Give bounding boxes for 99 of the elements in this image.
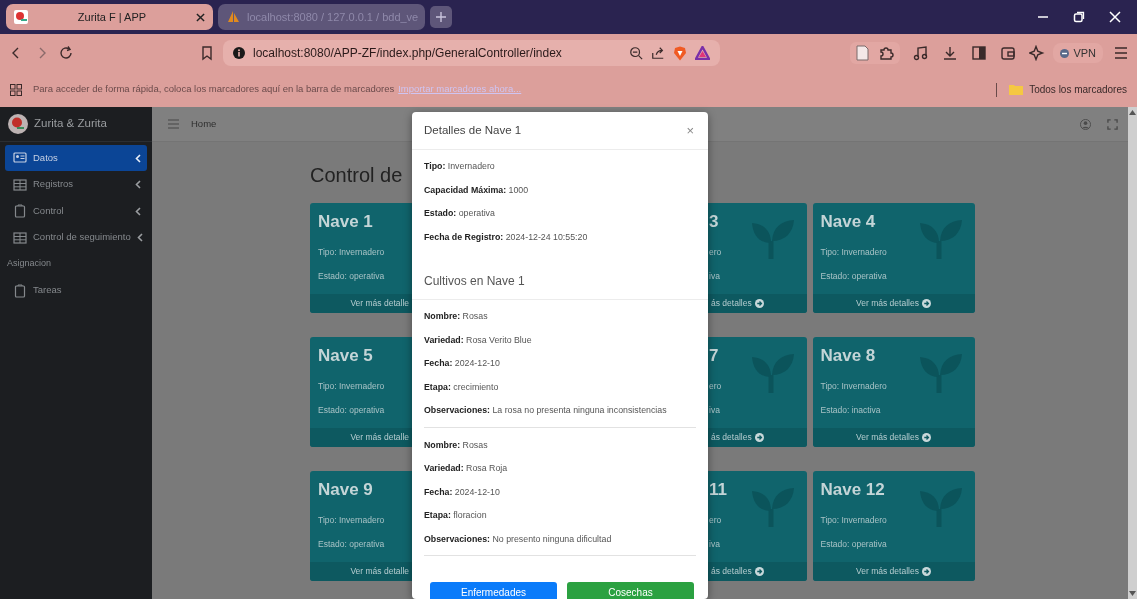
table-icon — [13, 177, 27, 192]
card-text: iva — [709, 269, 720, 283]
card-text: Estado: operativa — [318, 403, 385, 417]
sidebar-item[interactable]: Tareas — [5, 277, 147, 304]
brand-name: Zurita & Zurita — [34, 116, 107, 132]
zoom-out-icon[interactable] — [629, 46, 644, 60]
bookmarks-hint: Para acceder de forma rápida, coloca los marcadores aquí en la barra de marcadores — [33, 82, 395, 97]
music-icon[interactable] — [913, 45, 930, 61]
card-title: 3 — [709, 211, 719, 233]
card-text: Tipo: Invernadero — [820, 380, 887, 393]
all-bookmarks-link[interactable]: Todos los marcadores — [1029, 82, 1127, 97]
details-link[interactable]: Ver más detalles — [812, 294, 975, 313]
arrow-circle-icon — [921, 433, 931, 442]
crop-field: Etapa: floracion — [424, 504, 696, 528]
sparkle-icon[interactable] — [1029, 45, 1046, 61]
card-title: Nave 4 — [820, 211, 876, 233]
status-dot-icon — [1060, 48, 1070, 58]
card-text: iva — [709, 537, 720, 551]
browser-tab[interactable]: Zurita F | APP — [6, 4, 213, 30]
clipboard-icon — [13, 204, 27, 218]
sail-icon — [226, 10, 240, 24]
arrow-circle-icon — [754, 299, 764, 308]
section-title: Cultivos en Nave 1 — [412, 269, 708, 300]
card-text: ero — [709, 380, 722, 393]
crop-field: Etapa: crecimiento — [424, 375, 696, 399]
close-button[interactable]: × — [684, 124, 696, 137]
detail-field: Tipo: Invernadero — [424, 155, 696, 179]
restore-icon[interactable] — [1073, 11, 1085, 23]
sidebar-item[interactable]: Datos — [5, 145, 147, 171]
sidebar-item[interactable]: Control — [5, 198, 147, 224]
card-text: ero — [709, 514, 722, 527]
sidebar-icon[interactable] — [971, 45, 988, 61]
card-text: Tipo: Invernadero — [318, 514, 385, 527]
arrow-circle-icon — [921, 299, 931, 308]
bookmark-icon[interactable] — [199, 45, 215, 61]
crop-field: Fecha: 2024-12-10 — [424, 352, 696, 376]
logo-icon — [14, 10, 28, 24]
crop-field: Variedad: Rosa Roja — [424, 457, 696, 481]
dialog-title: Detalles de Nave 1 — [424, 122, 522, 138]
card-text: Estado: operativa — [318, 537, 385, 551]
sidebar-section-label: Asignacion — [6, 257, 53, 271]
card-text: Tipo: Invernadero — [820, 514, 887, 527]
new-tab-button[interactable] — [430, 6, 452, 28]
plus-icon — [436, 12, 446, 22]
card-title: Nave 12 — [820, 479, 885, 501]
share-icon[interactable] — [651, 46, 666, 60]
wallet-icon[interactable] — [1000, 45, 1017, 61]
triangle-icon[interactable] — [695, 46, 711, 60]
details-link[interactable]: Ver más detalles — [812, 428, 975, 447]
arrow-circle-icon — [754, 567, 764, 576]
puzzle-icon[interactable] — [878, 45, 895, 61]
download-icon[interactable] — [942, 45, 959, 61]
menu-icon[interactable] — [1113, 45, 1129, 61]
id-card-icon — [13, 151, 27, 165]
dialog-button[interactable]: Enfermedades — [430, 582, 557, 599]
sidebar-item[interactable]: Registros — [5, 171, 147, 198]
info-icon — [233, 47, 245, 59]
card-text: Tipo: Invernadero — [318, 380, 385, 393]
crop-field: Observaciones: La rosa no presenta ninguna inconsistencias — [424, 399, 696, 423]
card-text: Estado: operativa — [318, 269, 385, 283]
clipboard-icon — [13, 283, 27, 298]
card-text: iva — [709, 403, 720, 417]
arrow-circle-icon — [921, 567, 931, 576]
scrollbar[interactable] — [1128, 107, 1137, 599]
card-title: Nave 8 — [820, 345, 876, 367]
detail-field: Fecha de Registro: 2024-12-24 10:55:20 — [424, 225, 696, 249]
card-text: Estado: operativa — [820, 269, 887, 283]
details-link[interactable]: Ver más detalles — [812, 562, 975, 581]
card-text: ero — [709, 246, 722, 259]
card-title: Nave 9 — [318, 479, 373, 501]
breadcrumb-link[interactable]: Home — [191, 116, 217, 132]
card-title: 11 — [709, 479, 727, 501]
arrow-up-icon[interactable] — [1129, 110, 1136, 115]
crop-field: Fecha: 2024-12-10 — [424, 480, 696, 504]
arrow-down-icon[interactable] — [1129, 591, 1136, 596]
reload-icon[interactable] — [58, 45, 74, 61]
page-icon[interactable] — [856, 45, 870, 61]
card-text: Estado: inactiva — [820, 403, 881, 417]
crop-field: Variedad: Rosa Verito Blue — [424, 328, 696, 352]
arrow-circle-icon — [754, 433, 764, 442]
table-icon — [13, 230, 27, 245]
detail-field: Capacidad Máxima: 1000 — [424, 178, 696, 202]
card-text: Tipo: Invernadero — [820, 246, 887, 259]
detail-field: Estado: operativa — [424, 202, 696, 226]
close-icon[interactable] — [196, 12, 205, 22]
card-title: Nave 5 — [318, 345, 373, 367]
logo-icon — [8, 114, 28, 134]
vpn-button[interactable]: VPN — [1053, 42, 1103, 64]
card-title: 7 — [709, 345, 719, 367]
crop-field: Observaciones: No presento ninguna dificultad — [424, 527, 696, 551]
card-text: Estado: operativa — [820, 537, 887, 551]
page-title: Control de — [310, 163, 403, 188]
shield-icon[interactable] — [673, 45, 688, 61]
card-title: Nave 1 — [318, 211, 373, 233]
apps-grid-icon[interactable] — [10, 83, 22, 96]
address-bar[interactable]: localhost:8080/APP-ZF/index.php/GeneralController/index — [223, 40, 721, 66]
card-text: Tipo: Invernadero — [318, 246, 385, 259]
dialog-button[interactable]: Cosechas — [567, 582, 694, 599]
sidebar-item[interactable]: Control de seguimiento — [5, 224, 147, 251]
